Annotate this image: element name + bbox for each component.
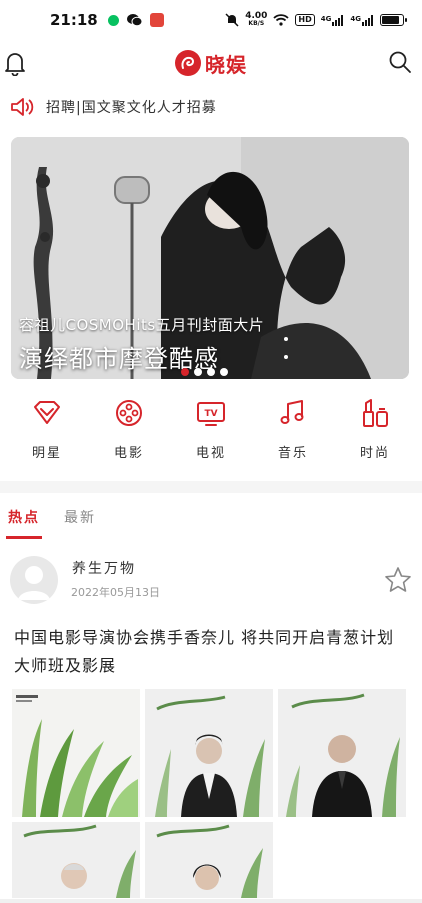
network-type-1: 4G <box>320 14 332 23</box>
banner-side-dot <box>284 337 288 341</box>
top-bar: 晓娱 <box>0 40 422 86</box>
favorite-star-icon[interactable] <box>384 566 412 594</box>
signal-1: 4G <box>320 14 345 26</box>
search-icon[interactable] <box>388 50 412 74</box>
post-image[interactable] <box>12 822 140 898</box>
status-time: 21:18 <box>50 11 98 29</box>
wifi-icon <box>273 14 290 26</box>
announcement-bar[interactable]: 招聘|国文聚文化人才招募 <box>10 94 412 120</box>
category-nav: 明星 电影 TV 电视 音乐 时尚 <box>0 398 422 478</box>
post-image[interactable] <box>145 822 273 898</box>
network-type-2: 4G <box>350 14 361 23</box>
tab-latest[interactable]: 最新 <box>64 503 96 539</box>
diamond-icon <box>34 401 60 424</box>
feed-tabs: 热点 最新 <box>0 503 422 539</box>
signal-bars-icon <box>362 14 373 26</box>
category-label: 时尚 <box>359 446 390 461</box>
category-label: 音乐 <box>277 446 308 461</box>
post-date: 2022年05月13日 <box>71 586 160 599</box>
battery-icon <box>380 14 407 26</box>
status-bar: 21:18 4.00 KB/S HD 4G 4G <box>0 0 422 40</box>
default-avatar-icon <box>18 566 50 600</box>
lipstick-icon <box>363 399 388 427</box>
category-music[interactable]: 音乐 <box>258 398 328 478</box>
banner-subtitle: 容祖儿COSMOHits五月刊封面大片 <box>19 316 265 334</box>
banner-side-dot <box>284 355 288 359</box>
status-right: 4.00 KB/S HD 4G 4G <box>225 12 407 28</box>
person-poster-image <box>12 822 140 898</box>
leaf-poster-image <box>16 695 138 817</box>
speaker-icon <box>11 98 34 116</box>
post-image-grid <box>12 689 408 898</box>
person-poster-image <box>145 689 273 817</box>
person-poster-image <box>145 822 273 898</box>
category-fashion[interactable]: 时尚 <box>340 398 410 478</box>
category-movie[interactable]: 电影 <box>94 398 164 478</box>
music-note-icon <box>280 400 304 424</box>
category-label: 明星 <box>31 446 62 461</box>
post-image[interactable] <box>12 689 140 817</box>
banner-dot[interactable] <box>181 368 189 376</box>
avatar[interactable] <box>10 556 58 604</box>
bell-icon[interactable] <box>4 50 26 76</box>
banner-dot[interactable] <box>220 368 228 376</box>
banner-dot[interactable] <box>194 368 202 376</box>
category-tv[interactable]: TV 电视 <box>176 398 246 478</box>
section-divider <box>0 481 422 493</box>
post-image[interactable] <box>278 689 406 817</box>
battery-fill <box>382 16 399 24</box>
category-label: 电影 <box>113 446 144 461</box>
tv-icon: TV <box>197 402 225 426</box>
banner-pagination <box>181 368 228 376</box>
app-notification-icon <box>149 13 164 27</box>
notification-dot-icon <box>107 14 119 26</box>
wechat-icon <box>126 14 142 26</box>
bottom-edge <box>0 899 422 903</box>
post-header: 养生万物 2022年05月13日 <box>10 556 412 606</box>
signal-bars-icon <box>332 14 344 26</box>
svg-text:TV: TV <box>204 409 217 419</box>
banner-dot[interactable] <box>207 368 215 376</box>
banner-carousel[interactable]: 容祖儿COSMOHits五月刊封面大片 演绎都市摩登酷感 <box>11 137 409 379</box>
film-reel-icon <box>116 400 142 426</box>
net-speed-unit: KB/S <box>248 20 265 27</box>
banner-side-dots <box>284 337 288 359</box>
mute-bell-icon <box>225 13 239 27</box>
category-label: 电视 <box>195 446 226 461</box>
logo-mark-icon <box>175 50 201 76</box>
category-star[interactable]: 明星 <box>12 398 82 478</box>
tab-hot[interactable]: 热点 <box>6 503 42 539</box>
announcement-text: 招聘|国文聚文化人才招募 <box>46 100 217 116</box>
net-speed-value: 4.00 <box>245 11 268 21</box>
net-speed: 4.00 KB/S <box>245 12 267 28</box>
notification-icons <box>107 13 164 27</box>
post-title[interactable]: 中国电影导演协会携手香奈儿 将共同开启青葱计划大师班及影展 <box>14 624 408 680</box>
person-poster-image <box>278 689 406 817</box>
app-logo: 晓娱 <box>175 49 247 78</box>
post-author[interactable]: 养生万物 <box>72 558 136 578</box>
hd-badge: HD <box>295 14 315 26</box>
post-image[interactable] <box>145 689 273 817</box>
logo-text: 晓娱 <box>205 52 247 77</box>
signal-2: 4G <box>350 14 374 26</box>
